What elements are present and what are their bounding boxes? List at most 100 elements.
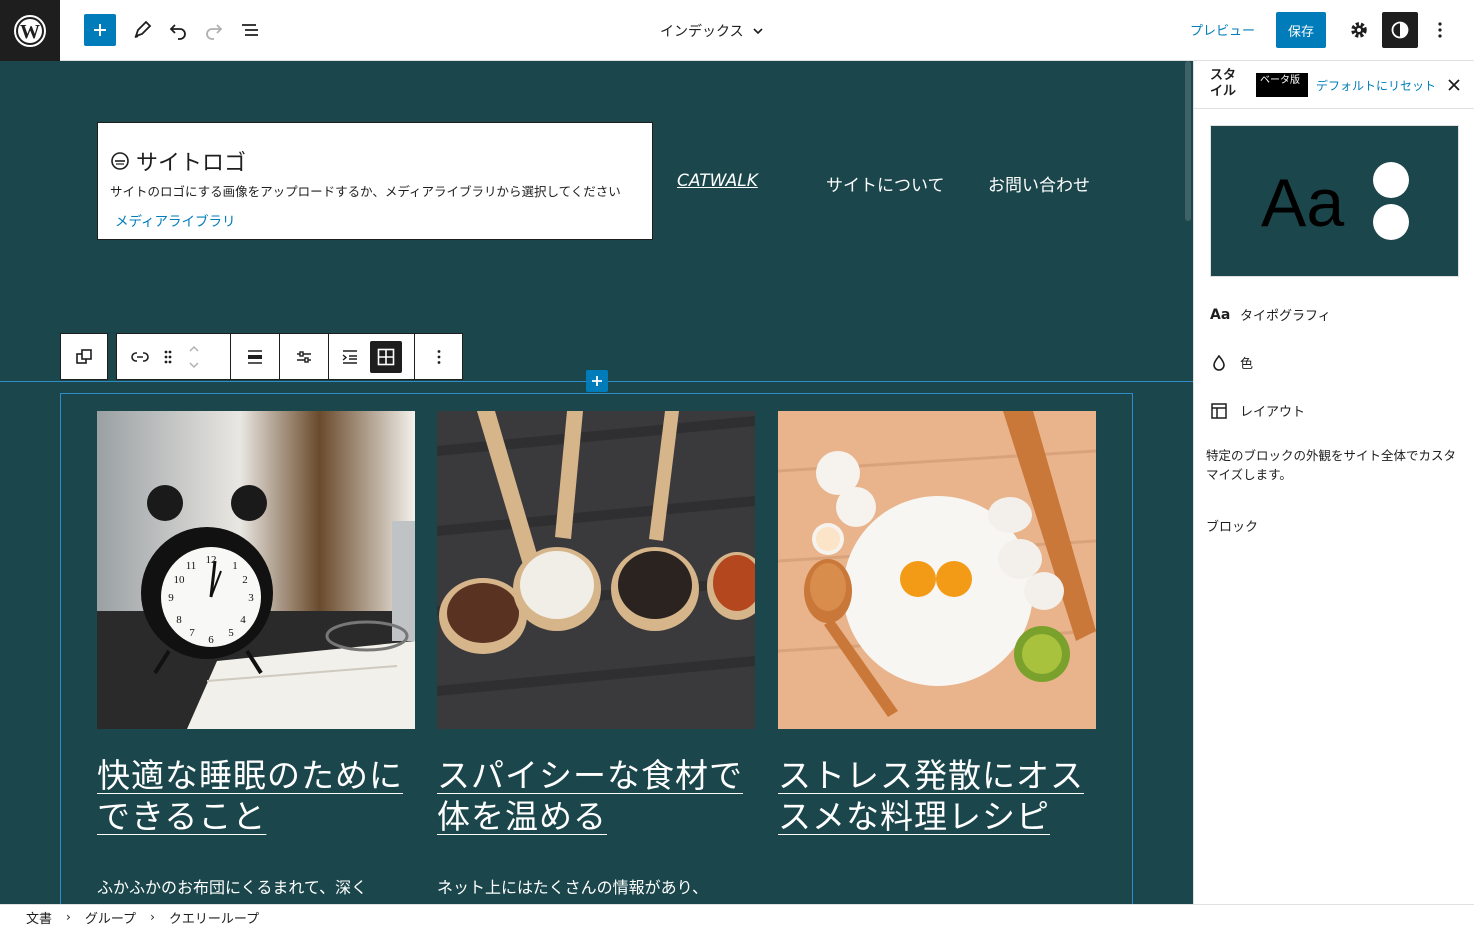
sidebar-item-blocks[interactable]: ブロック: [1206, 516, 1258, 535]
breadcrumb-group[interactable]: グループ: [85, 908, 136, 927]
site-logo-icon: [111, 152, 129, 170]
svg-text:6: 6: [208, 634, 214, 646]
gear-icon: [1351, 22, 1367, 38]
site-logo-description: サイトのロゴにする画像をアップロードするか、メディアライブラリから選択してくださ…: [110, 184, 621, 199]
sidebar-title: スタイル: [1210, 68, 1237, 99]
post-excerpt: ネット上にはたくさんの情報があり、: [437, 878, 709, 897]
styles-toggle-button[interactable]: [1382, 12, 1418, 48]
list-view-button[interactable]: [234, 14, 266, 46]
editor-canvas: サイトロゴ サイトのロゴにする画像をアップロードするか、メディアライブラリから選…: [0, 61, 1193, 904]
spice-spoons-photo: [437, 411, 755, 729]
wordpress-icon: W: [14, 14, 46, 47]
display-settings-button[interactable]: [295, 348, 313, 366]
color-swatch-dot: [1373, 162, 1409, 198]
undo-icon: [169, 24, 186, 40]
wordpress-logo-button[interactable]: W: [0, 0, 60, 61]
grid-icon: [377, 348, 395, 365]
site-logo-placeholder[interactable]: サイトロゴ サイトのロゴにする画像をアップロードするか、メディアライブラリから選…: [97, 122, 653, 240]
media-library-button[interactable]: メディアライブラリ: [115, 210, 640, 230]
chevron-right-icon: ›: [66, 910, 71, 924]
alarm-clock-photo: 12369 111012 87 54: [97, 411, 415, 729]
list-layout-button[interactable]: [341, 348, 359, 366]
breadcrumb-query-loop[interactable]: クエリーループ: [169, 908, 259, 927]
featured-image[interactable]: [437, 411, 755, 729]
chevron-down-icon: [753, 28, 763, 35]
styles-sidebar: スタイル ベータ版 デフォルトにリセット Aa Aa タイポグラフィ 色 レイア…: [1193, 61, 1474, 904]
svg-text:10: 10: [174, 574, 186, 586]
post-title-link[interactable]: 快適な睡眠のためにできること: [97, 755, 415, 837]
add-block-button[interactable]: [84, 14, 116, 46]
post-card: スパイシーな食材で体を温める: [437, 411, 755, 837]
nav-item-catwalk[interactable]: CATWALK: [677, 171, 758, 191]
toolbar-group-layout: [329, 333, 415, 380]
block-breadcrumb: 文書 › グループ › クエリーループ: [0, 904, 1474, 929]
sidebar-item-label: 色: [1240, 357, 1254, 372]
sidebar-item-layout[interactable]: レイアウト: [1210, 401, 1305, 420]
style-preview-card[interactable]: Aa: [1210, 125, 1459, 277]
pencil-icon: [134, 20, 152, 38]
svg-text:W: W: [20, 21, 40, 43]
layout-icon: [1211, 402, 1227, 419]
sidebar-header: スタイル ベータ版 デフォルトにリセット: [1194, 61, 1474, 109]
chevron-right-icon: ›: [150, 910, 155, 924]
svg-text:9: 9: [168, 592, 174, 604]
featured-image[interactable]: [778, 411, 1096, 729]
contrast-icon: [1391, 21, 1409, 39]
drag-handle[interactable]: [163, 349, 173, 365]
options-button[interactable]: [1424, 14, 1456, 46]
preview-button[interactable]: プレビュー: [1190, 20, 1255, 39]
document-title-dropdown[interactable]: インデックス: [660, 18, 764, 44]
toolbar-group-more: [415, 333, 463, 380]
more-options-button[interactable]: [436, 349, 442, 365]
sliders-icon: [297, 350, 311, 363]
undo-button[interactable]: [162, 14, 194, 46]
loop-icon: [131, 351, 149, 362]
list-view-icon: [242, 24, 258, 36]
move-up-down-button[interactable]: [187, 343, 201, 371]
block-type-button[interactable]: [131, 351, 149, 363]
more-vertical-icon: [1438, 22, 1442, 38]
nav-item-about[interactable]: サイトについて: [826, 171, 945, 196]
post-title-link[interactable]: スパイシーな食材で体を温める: [437, 755, 755, 837]
align-wide-icon: [248, 349, 262, 364]
redo-button[interactable]: [198, 14, 230, 46]
query-loop-block[interactable]: 12 3 6 9 11 10 1 2 8754 快適な睡眠のためにできること ス…: [60, 393, 1133, 904]
canvas-scrollbar[interactable]: [1185, 61, 1191, 221]
save-button[interactable]: 保存: [1276, 12, 1326, 48]
nav-item-contact[interactable]: お問い合わせ: [988, 171, 1090, 196]
document-title: インデックス: [660, 24, 744, 40]
settings-button[interactable]: [1343, 14, 1375, 46]
insert-block-button[interactable]: [586, 370, 608, 392]
post-card: 12 3 6 9 11 10 1 2 8754 快適な睡眠のためにできること: [97, 411, 415, 837]
post-excerpt: ふかふかのお布団にくるまれて、深く: [97, 878, 368, 897]
block-toolbar: [60, 333, 463, 380]
list-layout-icon: [342, 349, 357, 364]
site-logo-title: サイトロゴ: [136, 151, 247, 176]
editor-top-bar: W インデックス プレビュー 保存: [0, 0, 1474, 61]
sidebar-description: 特定のブロックの外観をサイト全体でカスタマイズします。: [1206, 448, 1457, 482]
sidebar-item-label: レイアウト: [1240, 405, 1306, 420]
baking-flour-eggs-photo: [778, 411, 1096, 729]
svg-text:4: 4: [240, 614, 246, 626]
tools-button[interactable]: [126, 14, 158, 46]
grid-layout-button[interactable]: [370, 340, 403, 373]
featured-image[interactable]: 12 3 6 9 11 10 1 2 8754: [97, 411, 415, 729]
plus-icon: [592, 376, 602, 386]
more-vertical-icon: [437, 349, 440, 364]
sidebar-item-label: タイポグラフィ: [1240, 309, 1331, 324]
svg-text:2: 2: [242, 574, 248, 586]
close-sidebar-button[interactable]: [1444, 75, 1464, 95]
chevron-up-down-icon: [189, 345, 199, 368]
post-title-link[interactable]: ストレス発散にオススメな料理レシピ: [778, 755, 1096, 837]
svg-text:7: 7: [189, 627, 195, 639]
toolbar-group-parent: [60, 333, 108, 380]
align-button[interactable]: [246, 348, 264, 366]
select-parent-button[interactable]: [75, 348, 93, 366]
breadcrumb-document[interactable]: 文書: [26, 908, 52, 927]
sidebar-item-color[interactable]: 色: [1210, 353, 1253, 372]
reset-to-default-button[interactable]: デフォルトにリセット: [1316, 77, 1436, 94]
svg-text:11: 11: [186, 560, 197, 572]
svg-text:3: 3: [248, 592, 254, 604]
sidebar-item-typography[interactable]: Aa タイポグラフィ: [1210, 305, 1331, 325]
toolbar-group-align: [231, 333, 280, 380]
